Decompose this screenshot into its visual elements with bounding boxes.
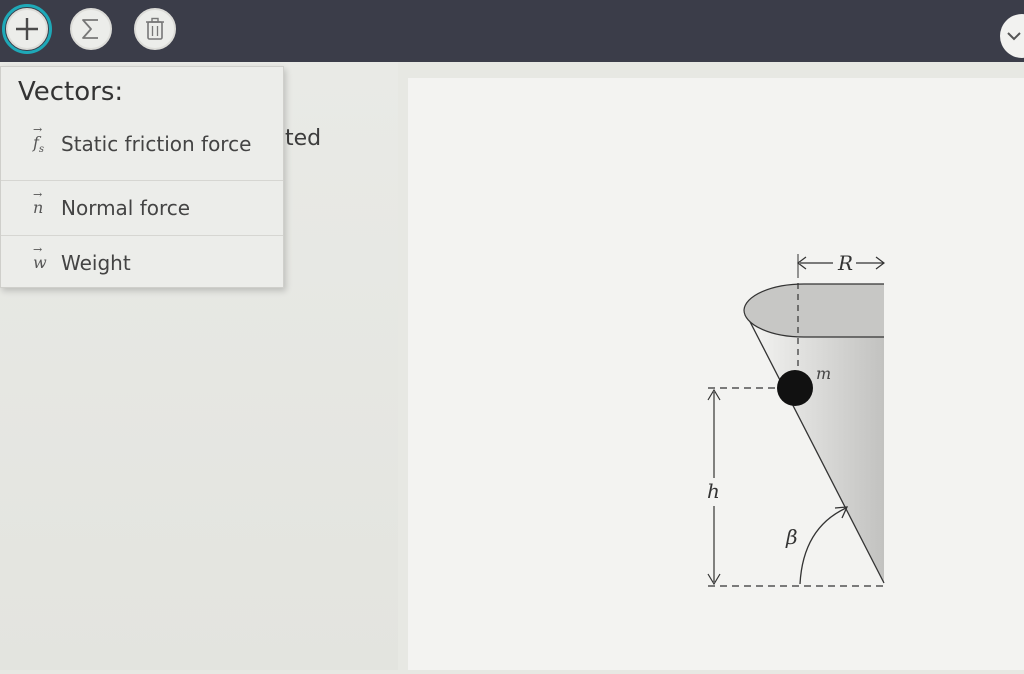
vector-symbol: → n: [33, 188, 44, 217]
vector-option-label: Weight: [61, 250, 131, 275]
toolbar: [0, 0, 1024, 62]
partial-text: ted: [285, 126, 322, 151]
vector-option-static-friction[interactable]: → fs Static friction force: [1, 117, 283, 171]
delete-button[interactable]: [134, 8, 176, 50]
mass-block: [777, 370, 813, 406]
cone-top: [743, 283, 884, 338]
cone-diagram: R m h β: [707, 251, 885, 587]
mass-label: m: [816, 364, 831, 383]
vector-symbol: → fs: [33, 122, 45, 156]
vector-option-weight[interactable]: → w Weight: [1, 235, 283, 289]
sigma-icon: [82, 19, 98, 39]
vector-option-label: Static friction force: [61, 132, 252, 156]
vector-option-label: Normal force: [61, 195, 191, 220]
problem-figure-pane: R m h β: [408, 78, 1024, 670]
vector-option-normal-force[interactable]: → n Normal force: [1, 180, 283, 234]
angle-label: β: [785, 525, 798, 549]
dropdown-title: Vectors:: [18, 77, 124, 107]
sum-vectors-button[interactable]: [70, 8, 112, 50]
vector-symbol: → w: [33, 243, 47, 272]
plus-icon: [16, 18, 38, 40]
expand-menu-button[interactable]: [1000, 14, 1024, 58]
chevron-down-icon: [1007, 32, 1021, 41]
trash-icon: [146, 17, 164, 40]
angle-arc: [799, 507, 847, 585]
add-vector-button[interactable]: [2, 4, 52, 54]
vectors-dropdown: Vectors: → fs Static friction force → n No…: [0, 66, 284, 288]
height-label: h: [707, 479, 720, 503]
radius-label: R: [837, 251, 853, 275]
